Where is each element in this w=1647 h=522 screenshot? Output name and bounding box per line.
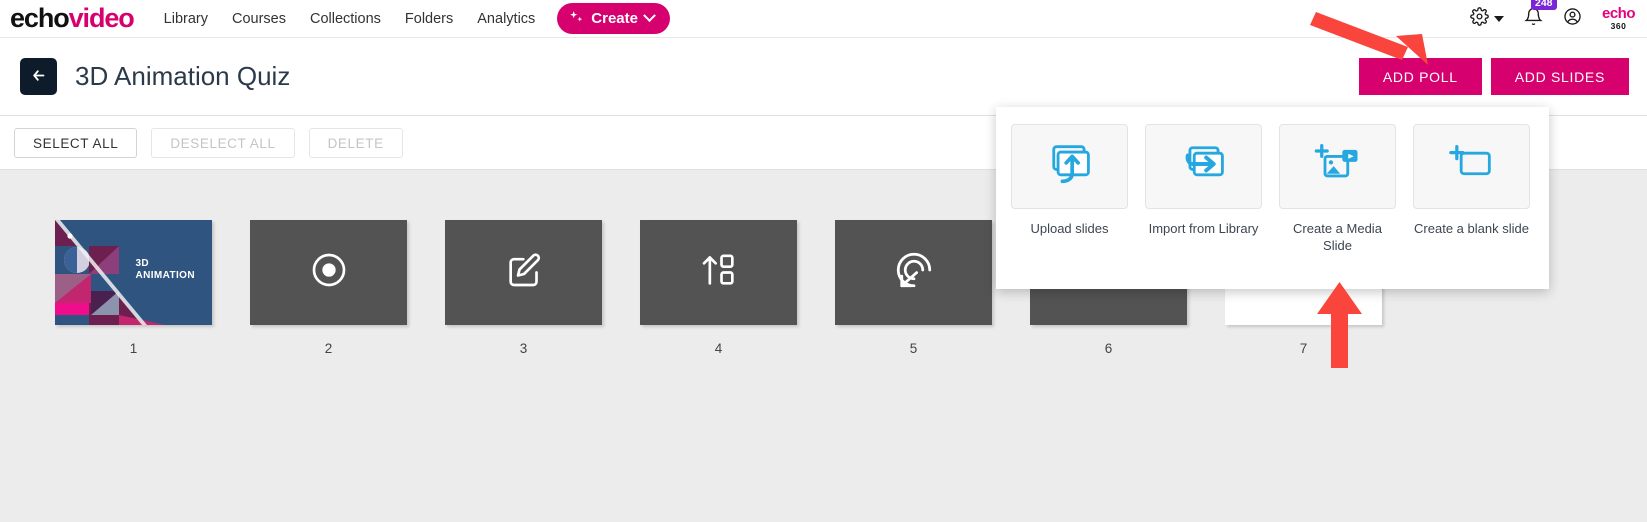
settings-menu-trigger[interactable] [1470,6,1504,31]
avatar-icon [1563,7,1582,30]
nav-item-analytics[interactable]: Analytics [477,11,535,27]
slide-thumbnail-5[interactable] [835,220,992,325]
add-slides-options: Upload slides Import from Library Create… [996,124,1549,254]
select-all-button[interactable]: SELECT ALL [14,128,138,158]
slide-number-4: 4 [714,341,723,356]
menu-label-create-media-slide: Create a Media Slide [1293,221,1382,253]
deselect-all-button[interactable]: DESELECT ALL [151,128,295,158]
add-poll-button[interactable]: ADD POLL [1358,58,1482,95]
settings-caret-icon [1493,15,1504,22]
upload-slides-tile[interactable] [1011,124,1128,209]
slide-number-2: 2 [324,341,333,356]
top-navigation-bar: echovideo Library Courses Collections Fo… [0,0,1647,38]
sparkle-icon [569,10,584,27]
delete-button[interactable]: DELETE [308,128,403,158]
echovideo-logo[interactable]: echovideo [10,3,135,33]
back-button[interactable] [20,58,57,95]
create-blank-slide-icon [1446,138,1498,195]
slide-number-5: 5 [909,341,918,356]
upload-slides-icon [1044,138,1096,195]
slide-cell-4: 4 [621,220,816,356]
nav-right-cluster: 248 echo 360 [1470,0,1647,32]
slide-number-7: 7 [1299,341,1308,356]
echo360-logo-bottom: 360 [1610,21,1627,32]
add-slides-dropdown-panel: Upload slides Import from Library Create… [996,107,1549,289]
import-library-icon [1178,138,1230,195]
menu-item-import-from-library[interactable]: Import from Library [1145,124,1262,254]
echo360-logo: echo 360 [1601,5,1636,32]
slide-1-art-line1: 3D [135,258,150,269]
arrow-left-icon [30,67,47,87]
slide-number-1: 1 [129,341,138,356]
chevron-down-icon [643,9,656,23]
main-nav-links: Library Courses Collections Folders Anal… [164,11,536,27]
nav-item-folders[interactable]: Folders [405,11,453,27]
slide-number-6: 6 [1104,341,1113,356]
target-cursor-icon [893,249,935,296]
menu-item-create-media-slide[interactable]: Create a Media Slide [1279,124,1396,254]
user-profile-button[interactable] [1563,7,1582,31]
slide-thumbnail-3[interactable] [445,220,602,325]
menu-item-create-blank-slide[interactable]: Create a blank slide [1413,124,1530,254]
app-root: echovideo Library Courses Collections Fo… [0,0,1647,522]
brand-echo-text: echo [10,3,70,33]
slide-thumbnail-1[interactable]: 3D ANIMATION [55,220,212,325]
menu-label-import-from-library: Import from Library [1148,221,1259,236]
slide-cell-2: 2 [231,220,426,356]
echo360-logo-top: echo [1601,5,1636,23]
brand-video-text: video [68,3,135,33]
slide-cell-5: 5 [816,220,1011,356]
menu-label-upload-slides: Upload slides [1030,221,1109,236]
notification-count-badge: 248 [1530,0,1557,10]
nav-item-courses[interactable]: Courses [232,11,286,27]
pencil-square-icon [504,250,544,295]
create-blank-slide-tile[interactable] [1413,124,1530,209]
arrow-up-square-icon [699,250,739,295]
create-media-slide-tile[interactable] [1279,124,1396,209]
nav-item-collections[interactable]: Collections [310,11,381,27]
menu-label-create-blank-slide: Create a blank slide [1414,221,1529,236]
slide-cell-1: 3D ANIMATION 1 [36,220,231,356]
bell-icon [1524,7,1543,30]
menu-item-upload-slides[interactable]: Upload slides [1011,124,1128,254]
slide-1-art-label: 3D ANIMATION [135,258,195,282]
slide-1-art-line2: ANIMATION [135,270,195,281]
gear-icon [1470,6,1489,31]
title-bar-actions: ADD POLL ADD SLIDES [1358,58,1647,95]
slide-cell-3: 3 [426,220,621,356]
page-title-bar: 3D Animation Quiz ADD POLL ADD SLIDES [0,38,1647,116]
create-button-label: Create [591,10,638,27]
nav-item-library[interactable]: Library [164,11,208,27]
create-media-slide-icon [1312,138,1364,195]
page-title: 3D Animation Quiz [75,61,291,91]
import-library-tile[interactable] [1145,124,1262,209]
slide-number-3: 3 [519,341,528,356]
radio-button-icon [309,250,349,295]
notifications-button[interactable]: 248 [1524,0,1557,31]
slide-1-artwork: 3D ANIMATION [55,220,212,325]
add-slides-button[interactable]: ADD SLIDES [1490,58,1629,95]
slide-thumbnail-4[interactable] [640,220,797,325]
create-button[interactable]: Create [557,3,670,34]
slide-thumbnail-2[interactable] [250,220,407,325]
